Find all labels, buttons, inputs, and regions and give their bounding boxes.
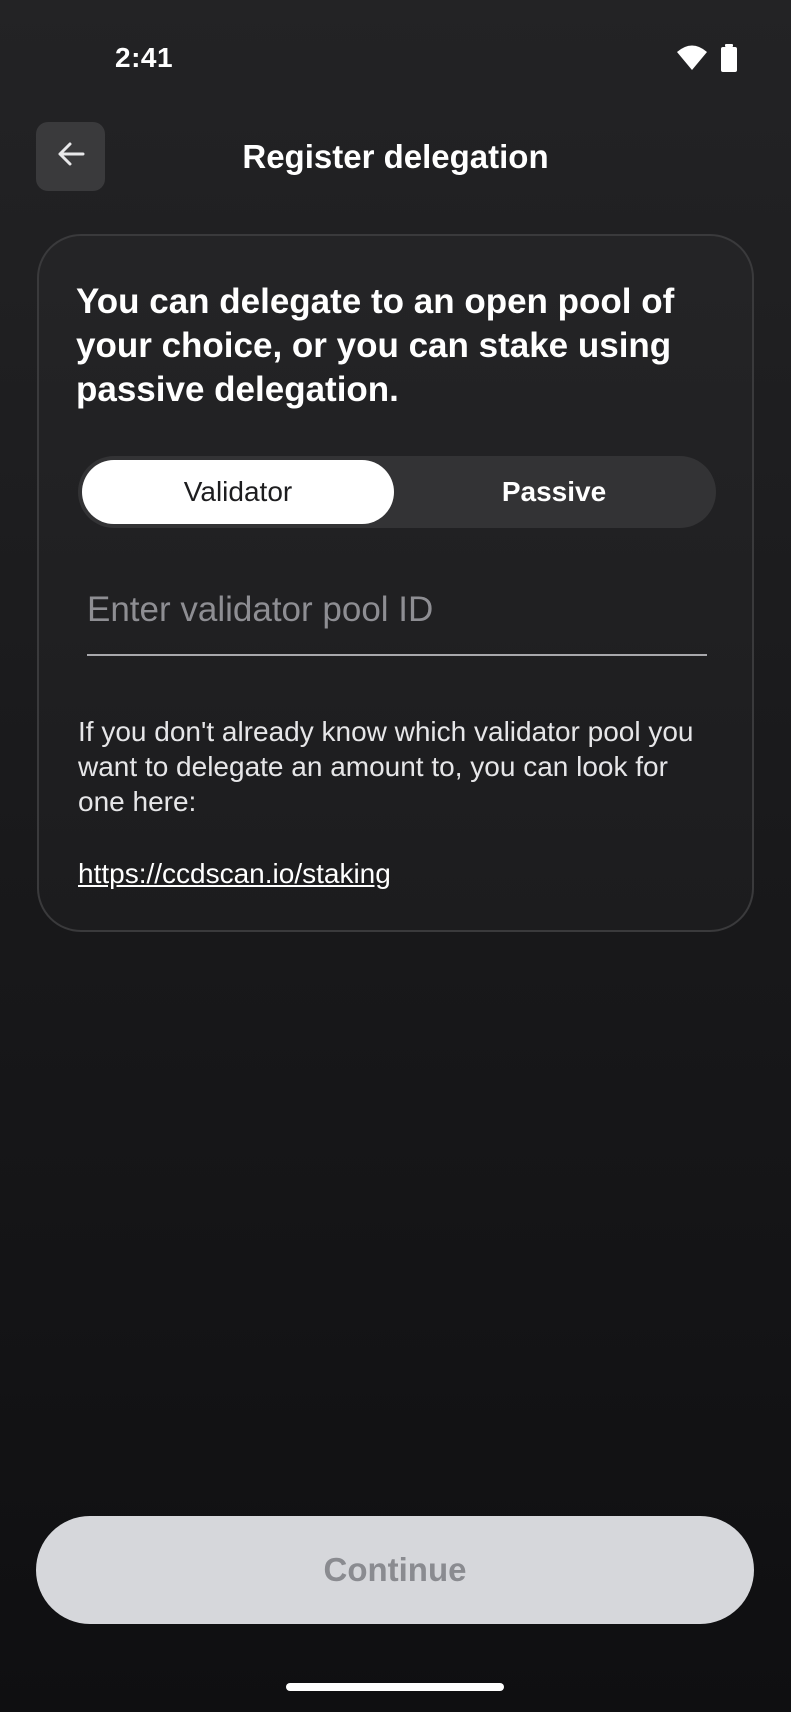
continue-button[interactable]: Continue <box>36 1516 754 1624</box>
status-bar: 2:41 <box>0 0 791 120</box>
delegation-card: You can delegate to an open pool of your… <box>37 234 754 932</box>
delegation-type-toggle: Validator Passive <box>78 456 716 528</box>
home-indicator <box>286 1683 504 1691</box>
ccdscan-staking-link[interactable]: https://ccdscan.io/staking <box>78 858 391 890</box>
header: Register delegation <box>0 120 791 200</box>
card-heading: You can delegate to an open pool of your… <box>76 282 675 409</box>
battery-icon <box>720 44 738 77</box>
status-icons <box>676 44 738 77</box>
passive-option[interactable]: Passive <box>398 460 710 524</box>
status-time: 2:41 <box>115 42 174 73</box>
wifi-icon <box>676 45 708 76</box>
page-title: Register delegation <box>242 138 549 175</box>
help-text: If you don't already know which validato… <box>78 716 694 817</box>
validator-pool-id-input[interactable] <box>87 576 707 656</box>
validator-option[interactable]: Validator <box>82 460 394 524</box>
